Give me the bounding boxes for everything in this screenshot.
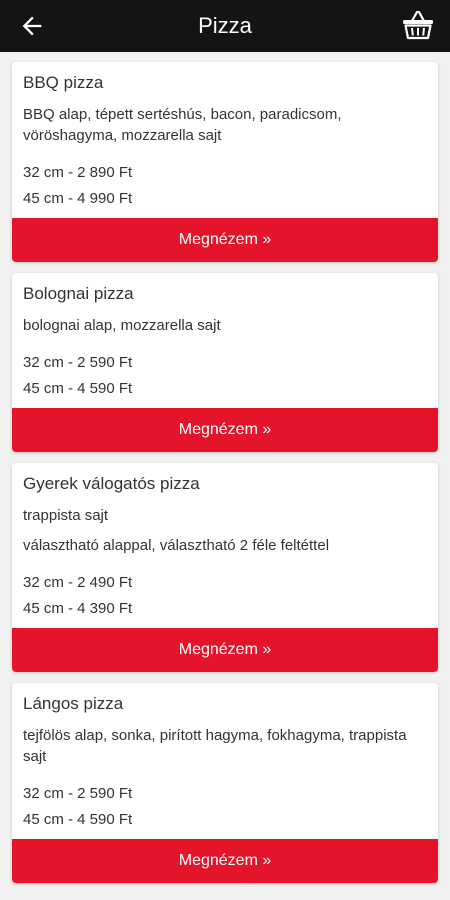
view-button[interactable]: Megnézem » (12, 218, 438, 262)
price-large: 45 cm - 4 990 Ft (23, 190, 133, 207)
view-button[interactable]: Megnézem » (12, 839, 438, 883)
price-small: 32 cm - 2 590 Ft (23, 785, 133, 802)
product-name: BBQ pizza (23, 73, 104, 92)
price-small: 32 cm - 2 490 Ft (23, 574, 133, 591)
product-card: Gyerek válogatós pizza trappista sajt vá… (12, 463, 438, 672)
top-app-bar: Pizza (0, 0, 450, 52)
price-small: 32 cm - 2 890 Ft (23, 164, 133, 181)
product-card: BBQ pizza BBQ alap, tépett sertéshús, ba… (12, 62, 438, 262)
product-name: Gyerek válogatós pizza (23, 474, 200, 493)
basket-icon[interactable] (400, 7, 436, 43)
page-title: Pizza (198, 13, 252, 38)
product-name: Bolognai pizza (23, 284, 134, 303)
product-card: Lángos pizza tejfölös alap, sonka, pirít… (12, 683, 438, 883)
product-name: Lángos pizza (23, 694, 124, 713)
view-button[interactable]: Megnézem » (12, 628, 438, 672)
price-small: 32 cm - 2 590 Ft (23, 354, 133, 371)
price-large: 45 cm - 4 590 Ft (23, 380, 133, 397)
product-list: BBQ pizza BBQ alap, tépett sertéshús, ba… (0, 52, 450, 883)
product-description: bolognai alap, mozzarella sajt (23, 317, 221, 334)
price-large: 45 cm - 4 590 Ft (23, 811, 133, 828)
price-large: 45 cm - 4 390 Ft (23, 600, 133, 617)
product-description: BBQ alap, tépett sertéshús, bacon, parad… (23, 106, 342, 144)
view-button[interactable]: Megnézem » (12, 408, 438, 452)
product-card: Bolognai pizza bolognai alap, mozzarella… (12, 273, 438, 452)
arrow-left-icon[interactable] (18, 12, 46, 40)
product-description: trappista sajt (23, 507, 109, 524)
product-note: választható alappal, választható 2 féle … (23, 537, 330, 554)
product-description: tejfölös alap, sonka, pirított hagyma, f… (23, 727, 407, 765)
